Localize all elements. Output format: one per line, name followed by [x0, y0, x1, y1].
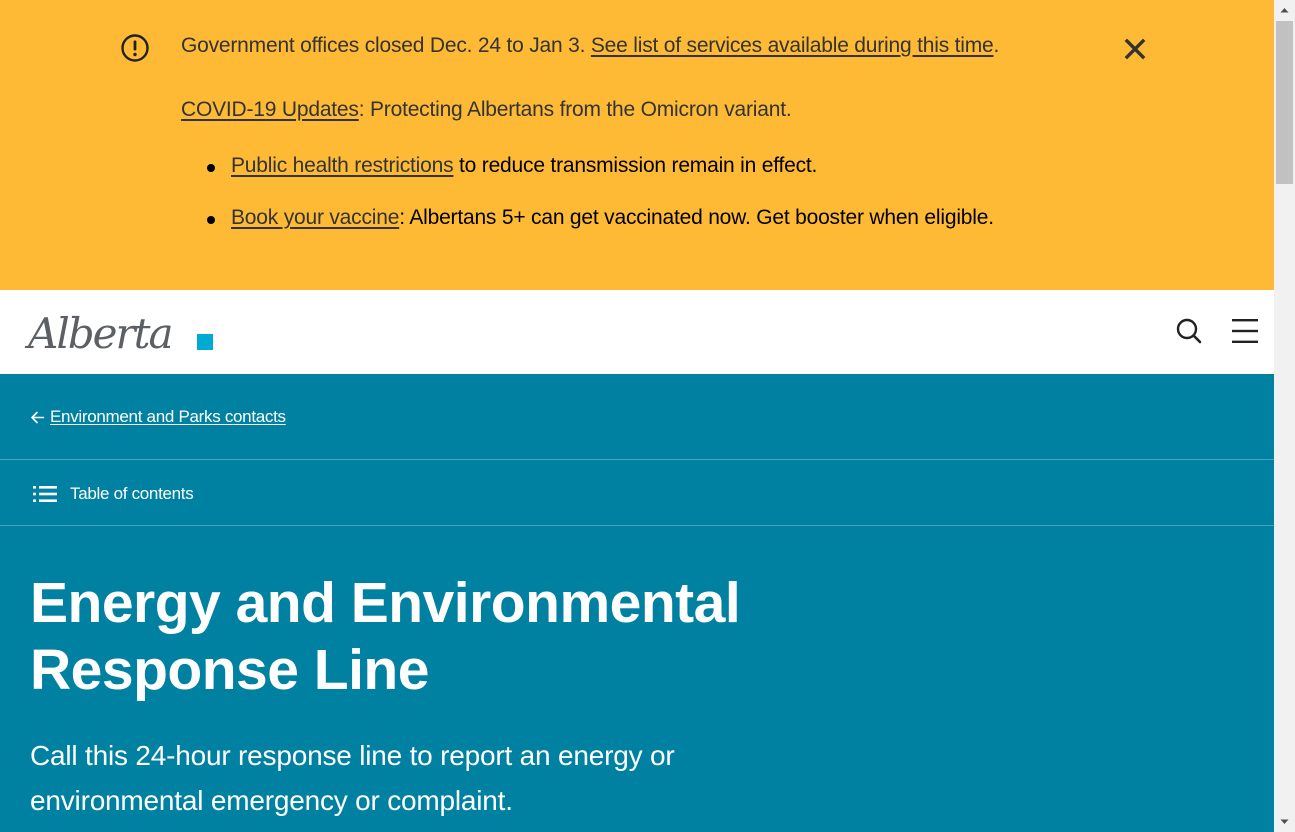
lead-line2: environmental emergency or complaint. [30, 785, 513, 816]
covid-bullet-list: Public health restrictions to reduce tra… [206, 154, 994, 258]
lead-paragraph: Call this 24-hour response line to repor… [30, 733, 730, 823]
close-icon[interactable] [1122, 36, 1148, 62]
office-closure-text: Government offices closed Dec. 24 to Jan… [181, 34, 586, 57]
vertical-scrollbar[interactable] [1274, 0, 1295, 832]
scroll-down-arrow-icon[interactable] [1274, 811, 1295, 832]
table-of-contents-toggle[interactable]: Table of contents [33, 484, 194, 504]
exclamation-circle-icon [121, 34, 149, 62]
table-of-contents-label: Table of contents [70, 484, 194, 503]
page: Government offices closed Dec. 24 to Jan… [0, 0, 1274, 832]
bullet-dot [207, 164, 215, 172]
bullet-dot [207, 216, 215, 224]
hamburger-menu-icon[interactable] [1231, 317, 1259, 345]
book-vaccine-link[interactable]: Book your vaccine [231, 206, 399, 229]
office-closure-notice: Government offices closed Dec. 24 to Jan… [181, 34, 999, 58]
svg-text:Alberta: Alberta [24, 309, 172, 358]
public-health-restrictions-link[interactable]: Public health restrictions [231, 154, 454, 177]
search-icon[interactable] [1175, 317, 1203, 345]
back-link-label: Environment and Parks contacts [50, 407, 286, 426]
notice-banner: Government offices closed Dec. 24 to Jan… [0, 0, 1274, 290]
scroll-up-arrow-icon[interactable] [1274, 0, 1295, 21]
back-link[interactable]: Environment and Parks contacts [30, 407, 286, 427]
lead-line1: Call this 24-hour response line to repor… [30, 740, 675, 771]
list-item: Public health restrictions to reduce tra… [206, 154, 994, 206]
arrow-left-icon [31, 411, 45, 423]
scrollbar-thumb[interactable] [1276, 21, 1293, 184]
page-title-line1: Energy and Environmental [30, 571, 741, 635]
covid-updates-text: : Protecting Albertans from the Omicron … [358, 98, 792, 121]
divider [0, 459, 1274, 460]
list-icon [33, 486, 57, 502]
site-header: Alberta [0, 290, 1274, 374]
alberta-logo[interactable]: Alberta [24, 304, 216, 360]
services-list-link[interactable]: See list of services available during th… [591, 34, 994, 57]
divider [0, 525, 1274, 526]
bullet-text: to reduce transmission remain in effect. [453, 154, 818, 177]
hero-section: Environment and Parks contacts Table of … [0, 374, 1274, 832]
page-title-line2: Response Line [30, 638, 429, 702]
covid-updates-link[interactable]: COVID-19 Updates [181, 98, 359, 121]
page-title: Energy and Environmental Response Line [30, 570, 830, 704]
list-item: Book your vaccine: Albertans 5+ can get … [206, 206, 994, 258]
bullet-text: : Albertans 5+ can get vaccinated now. G… [399, 206, 994, 229]
covid-updates-notice: COVID-19 Updates: Protecting Albertans f… [181, 98, 792, 122]
office-closure-period: . [993, 34, 1000, 57]
